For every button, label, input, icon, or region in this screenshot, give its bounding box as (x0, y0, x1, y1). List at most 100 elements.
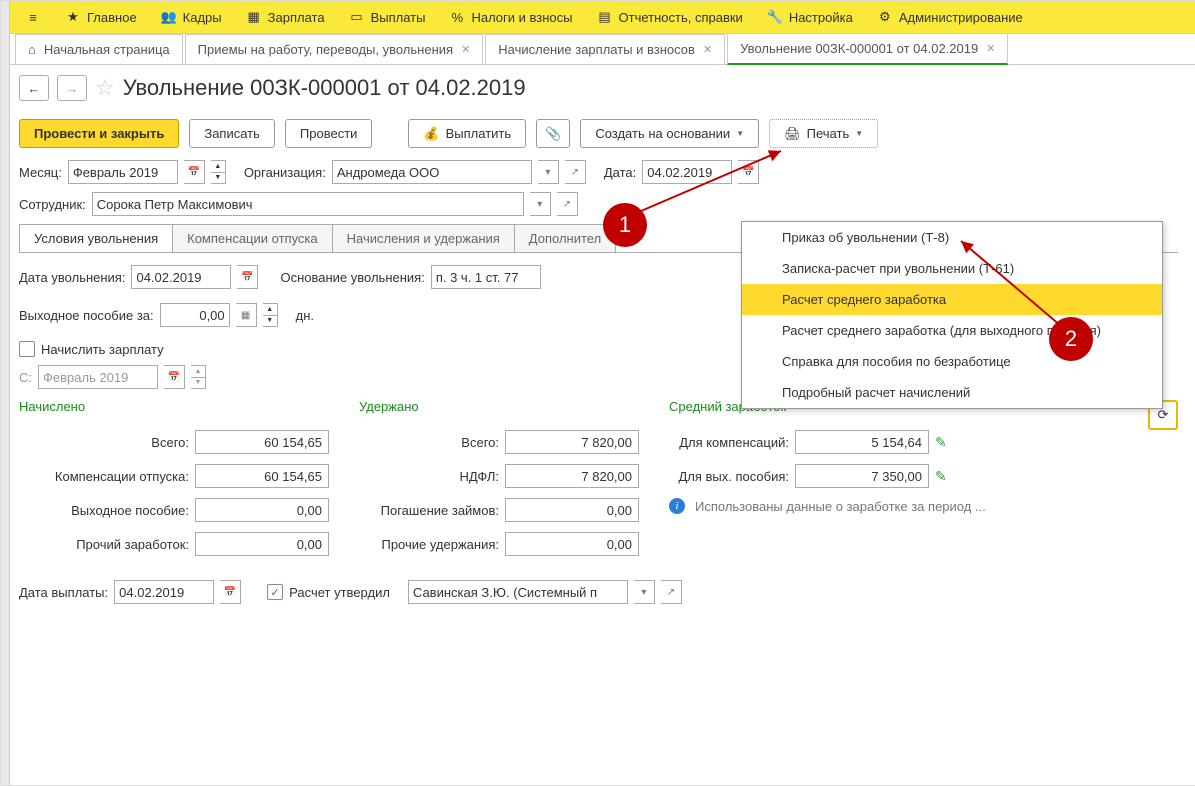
dismiss-reason-value: п. 3 ч. 1 ст. 77 (436, 270, 519, 285)
create-based-button[interactable]: Создать на основании▼ (580, 119, 759, 148)
tab-dismissal-terms[interactable]: Условия увольнения (19, 224, 173, 252)
print-item-t61[interactable]: Записка-расчет при увольнении (Т-61) (742, 253, 1162, 284)
pay-button[interactable]: 💰Выплатить (408, 119, 526, 148)
clip-icon: 📎 (545, 126, 561, 142)
spinner-down-icon[interactable]: ▼ (211, 173, 225, 184)
menu-main[interactable]: ★Главное (55, 5, 147, 29)
calendar-icon[interactable]: 📅 (184, 160, 205, 184)
dropdown-icon[interactable]: ▾ (634, 580, 655, 604)
calendar-icon[interactable]: 📅 (738, 160, 759, 184)
menu-reports-label: Отчетность, справки (619, 10, 743, 25)
forward-button[interactable]: → (57, 75, 87, 101)
approver-input[interactable]: Савинская З.Ю. (Системный п (408, 580, 628, 604)
dismiss-date-input[interactable]: 04.02.2019 (131, 265, 231, 289)
withheld-total-value: 7 820,00 (505, 430, 639, 454)
accrued-sev-value: 0,00 (195, 498, 329, 522)
post-and-close-button[interactable]: Провести и закрыть (19, 119, 179, 148)
menu-admin[interactable]: ⚙Администрирование (867, 5, 1033, 29)
main-menu-bar: ≡ ★Главное 👥Кадры ▦Зарплата ▭Выплаты %На… (1, 1, 1195, 34)
open-button[interactable]: ↗ (661, 580, 682, 604)
post-button[interactable]: Провести (285, 119, 373, 148)
employee-input[interactable]: Сорока Петр Максимович (92, 192, 524, 216)
report-icon: ▤ (597, 9, 613, 25)
chevron-down-icon: ▼ (855, 129, 863, 138)
tab-additional[interactable]: Дополнител (514, 224, 616, 252)
close-icon[interactable]: ✕ (461, 43, 470, 56)
percent-icon: % (449, 9, 465, 25)
menu-taxes[interactable]: %Налоги и взносы (439, 5, 582, 29)
print-button[interactable]: 🖨Печать▼ (769, 119, 878, 148)
month-input[interactable]: Февраль 2019 (68, 160, 178, 184)
org-label: Организация: (244, 165, 326, 180)
print-item-t8[interactable]: Приказ об увольнении (Т-8) (742, 222, 1162, 253)
people-icon: 👥 (161, 9, 177, 25)
month-spinner[interactable]: ▲▼ (211, 160, 226, 184)
withheld-total-label: Всего: (461, 435, 499, 450)
dismiss-reason-input[interactable]: п. 3 ч. 1 ст. 77 (431, 265, 541, 289)
favorite-star-icon[interactable]: ☆ (95, 75, 115, 101)
edit-icon[interactable]: ✎ (935, 468, 947, 485)
menu-admin-label: Администрирование (899, 10, 1023, 25)
write-label: Записать (204, 126, 260, 141)
withheld-other-label: Прочие удержания: (381, 537, 499, 552)
dropdown-icon[interactable]: ▾ (538, 160, 559, 184)
tab-calc[interactable]: Начисление зарплаты и взносов✕ (485, 34, 725, 64)
accrued-sev-label: Выходное пособие: (71, 503, 189, 518)
dismiss-date-value: 04.02.2019 (136, 270, 201, 285)
burger-icon: ≡ (25, 9, 41, 25)
menu-hr[interactable]: 👥Кадры (151, 5, 232, 29)
menu-settings[interactable]: 🔧Настройка (757, 5, 863, 29)
month-value: Февраль 2019 (73, 165, 158, 180)
spinner-down-icon[interactable]: ▼ (263, 316, 277, 327)
calculator-icon[interactable]: ▦ (236, 303, 257, 327)
approved-checkbox[interactable]: ✓Расчет утвердил (267, 584, 390, 600)
since-value: Февраль 2019 (43, 370, 128, 385)
open-button[interactable]: ↗ (557, 192, 578, 216)
menu-salary[interactable]: ▦Зарплата (236, 5, 335, 29)
close-icon[interactable]: ✕ (703, 43, 712, 56)
info-icon[interactable]: i (669, 498, 685, 514)
table-icon: ▦ (246, 9, 262, 25)
print-item-avg-earn[interactable]: Расчет среднего заработка (742, 284, 1162, 315)
tab-home-label: Начальная страница (44, 42, 170, 57)
paydate-input[interactable]: 04.02.2019 (114, 580, 214, 604)
menu-payments[interactable]: ▭Выплаты (339, 5, 436, 29)
org-input[interactable]: Андромеда ООО (332, 160, 532, 184)
severance-spinner[interactable]: ▲▼ (263, 303, 278, 327)
since-spinner: ▲▼ (191, 365, 206, 389)
print-item-unemp-cert[interactable]: Справка для пособия по безработице (742, 346, 1162, 377)
calendar-icon[interactable]: 📅 (220, 580, 241, 604)
print-item-avg-earn-sev[interactable]: Расчет среднего заработка (для выходного… (742, 315, 1162, 346)
tab-accruals[interactable]: Начисления и удержания (332, 224, 515, 252)
spinner-up-icon[interactable]: ▲ (211, 161, 225, 173)
document-toolbar: Провести и закрыть Записать Провести 💰Вы… (19, 119, 1178, 148)
menu-burger[interactable]: ≡ (15, 5, 51, 29)
close-icon[interactable]: ✕ (986, 42, 995, 55)
print-item-detail-calc[interactable]: Подробный расчет начислений (742, 377, 1162, 408)
edit-icon[interactable]: ✎ (935, 434, 947, 451)
callout-1-text: 1 (619, 212, 631, 238)
tab-home[interactable]: ⌂Начальная страница (15, 34, 183, 64)
post-label: Провести (300, 126, 358, 141)
open-button[interactable]: ↗ (565, 160, 586, 184)
dismiss-reason-label: Основание увольнения: (280, 270, 424, 285)
tab-hires[interactable]: Приемы на работу, переводы, увольнения✕ (185, 34, 484, 64)
attach-button[interactable]: 📎 (536, 119, 570, 148)
date-input[interactable]: 04.02.2019 (642, 160, 732, 184)
spinner-up-icon[interactable]: ▲ (263, 304, 277, 316)
post-and-close-label: Провести и закрыть (34, 126, 164, 141)
wrench-icon: 🔧 (767, 9, 783, 25)
avg-note: Использованы данные о заработке за перио… (695, 499, 986, 514)
write-button[interactable]: Записать (189, 119, 275, 148)
severance-input[interactable]: 0,00 (160, 303, 230, 327)
menu-reports[interactable]: ▤ Отчетность, справки (587, 5, 753, 29)
annotation-callout-2: 2 (1049, 317, 1093, 361)
back-button[interactable]: ← (19, 75, 49, 101)
dropdown-icon[interactable]: ▾ (530, 192, 551, 216)
tab-dismissal[interactable]: Увольнение 00ЗК-000001 от 04.02.2019✕ (727, 33, 1008, 65)
tab-vacation-comp[interactable]: Компенсации отпуска (172, 224, 333, 252)
accrued-vac-value: 60 154,65 (195, 464, 329, 488)
accrue-salary-checkbox[interactable]: Начислить зарплату (19, 341, 164, 357)
calendar-icon[interactable]: 📅 (237, 265, 258, 289)
spinner-up-icon: ▲ (191, 366, 205, 378)
